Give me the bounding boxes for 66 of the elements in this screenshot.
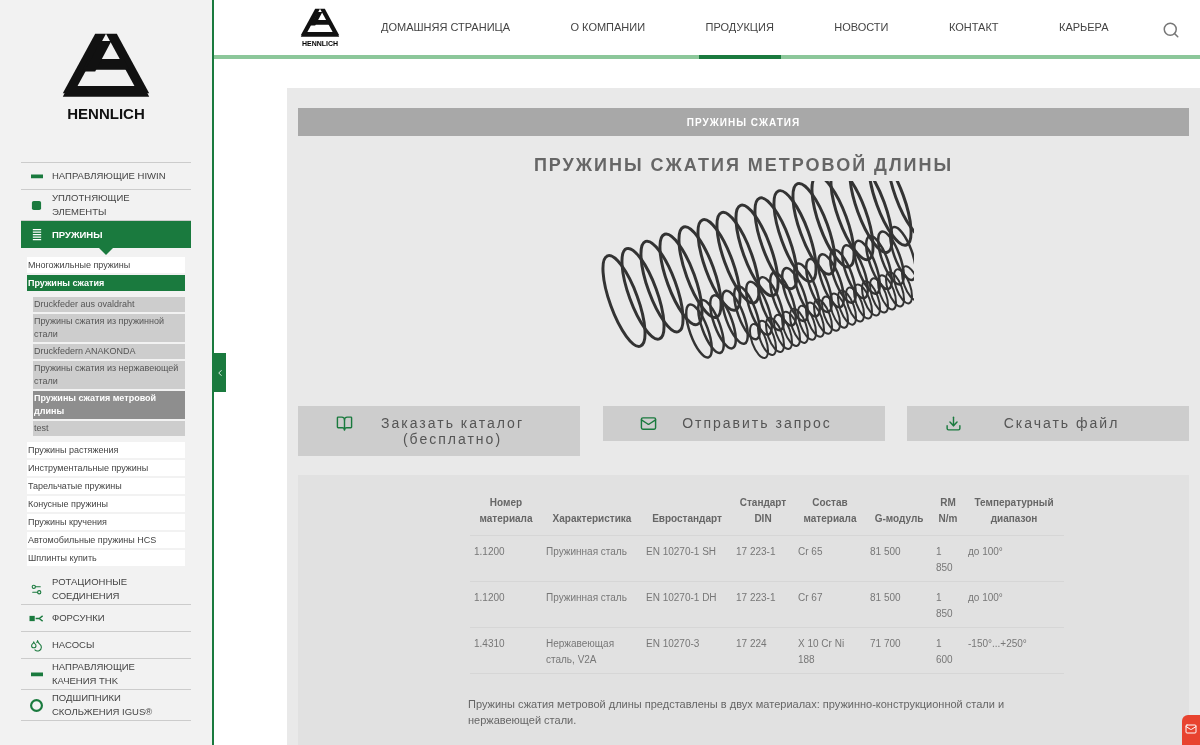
table-cell: EN 10270-1 DH bbox=[642, 581, 732, 628]
table-cell: X 10 Cr Ni 188 bbox=[794, 627, 866, 674]
action-button[interactable]: Отправить запрос bbox=[602, 406, 885, 441]
table-cell: Пружинная сталь bbox=[542, 535, 642, 582]
table-cell: 17 223-1 bbox=[732, 581, 794, 628]
submenu-item[interactable]: Автомобильные пружины HCS bbox=[27, 532, 185, 548]
table-cell: -150°...+250° bbox=[964, 627, 1064, 674]
submenu-item[interactable]: Пружины растяжения bbox=[27, 442, 185, 458]
page-title: ПРУЖИНЫ СЖАТИЯ МЕТРОВОЙ ДЛИНЫ bbox=[532, 153, 955, 177]
table-cell: 17 224 bbox=[732, 627, 794, 674]
column-header: Евростандарт bbox=[642, 495, 732, 536]
column-header: Характеристика bbox=[542, 495, 642, 536]
table-cell: 1.1200 bbox=[470, 581, 542, 628]
submenu-item[interactable]: test bbox=[33, 421, 185, 436]
submenu-item[interactable]: Пружины сжатия bbox=[27, 275, 185, 291]
column-header: Номер материала bbox=[470, 495, 542, 536]
table-cell: 1.4310 bbox=[470, 627, 542, 674]
nav-link[interactable]: НОВОСТИ bbox=[827, 0, 896, 59]
table-cell: EN 10270-1 SH bbox=[642, 535, 732, 582]
submenu-item[interactable]: Многожильные пружины bbox=[27, 257, 185, 273]
table-cell: Нержавеющая сталь, V2A bbox=[542, 627, 642, 674]
category-item[interactable]: ПРУЖИНЫ bbox=[21, 221, 191, 248]
table-cell: 81 500 bbox=[866, 535, 932, 582]
column-header: RM N/m bbox=[932, 495, 964, 536]
table-cell: 1 850 bbox=[932, 535, 964, 582]
table-cell: 81 500 bbox=[866, 581, 932, 628]
submenu-item[interactable]: Пружины сжатия из нержавеющей стали bbox=[33, 361, 185, 389]
category-item[interactable]: НАПРАВЛЯЮЩИЕ КАЧЕНИЯ THK bbox=[21, 659, 191, 690]
column-header: Состав материала bbox=[794, 495, 866, 536]
nav-link[interactable]: О КОМПАНИИ bbox=[563, 0, 653, 59]
table-cell: до 100° bbox=[964, 581, 1064, 628]
table-cell: до 100° bbox=[964, 535, 1064, 582]
action-button[interactable]: Заказать каталог (бесплатно) bbox=[298, 406, 580, 456]
nav-link[interactable]: ДОМАШНЯЯ СТРАНИЦА bbox=[374, 0, 518, 59]
category-item[interactable]: НАПРАВЛЯЮЩИЕ HIWIN bbox=[21, 163, 191, 190]
action-button[interactable]: Скачать файл bbox=[907, 406, 1189, 441]
submenu-item[interactable]: Druckfedern ANAKONDA bbox=[33, 344, 185, 359]
nav-link[interactable]: ПРОДУКЦИЯ bbox=[698, 0, 781, 59]
category-item[interactable]: ПОДШИПНИКИ СКОЛЬЖЕНИЯ IGUS® bbox=[21, 690, 191, 721]
submenu-item[interactable]: Druckfeder aus ovaldraht bbox=[33, 297, 185, 312]
table-cell: 71 700 bbox=[866, 627, 932, 674]
submenu-item[interactable]: Пружины кручения bbox=[27, 514, 185, 530]
section-band: ПРУЖИНЫ СЖАТИЯ bbox=[298, 108, 1189, 136]
table-cell: Cr 67 bbox=[794, 581, 866, 628]
category-item[interactable]: ФОРСУНКИ bbox=[21, 605, 191, 632]
column-header: Температурный диапазон bbox=[964, 495, 1064, 536]
table-cell: 1.1200 bbox=[470, 535, 542, 582]
submenu-item[interactable]: Инструментальные пружины bbox=[27, 460, 185, 476]
column-header: G-модуль bbox=[866, 495, 932, 536]
table-cell: 1 600 bbox=[932, 627, 964, 674]
submenu-item[interactable]: Пружины сжатия из пружинной стали bbox=[33, 314, 185, 342]
table-cell: 17 223-1 bbox=[732, 535, 794, 582]
nav-link[interactable]: КОНТАКТ bbox=[941, 0, 1006, 59]
submenu-item[interactable]: Шплинты купить bbox=[27, 550, 185, 566]
description-text: Пружины сжатия метровой длины представлены в двух материалах: пружинно-конструкционной стали и нержавеющей стали. bbox=[468, 697, 1006, 728]
table-cell: 1 850 bbox=[932, 581, 964, 628]
category-item[interactable]: РОТАЦИОННЫЕ СОЕДИНЕНИЯ bbox=[21, 574, 191, 605]
submenu-item[interactable]: Конусные пружины bbox=[27, 496, 185, 512]
table-cell: Пружинная сталь bbox=[542, 581, 642, 628]
category-item[interactable]: НАСОСЫ bbox=[21, 632, 191, 659]
table-cell: EN 10270-3 bbox=[642, 627, 732, 674]
logo-text: HENNLICH bbox=[67, 106, 145, 121]
table-cell: Cr 65 bbox=[794, 535, 866, 582]
submenu-item[interactable]: Тарельчатые пружины bbox=[27, 478, 185, 494]
nav-link[interactable]: КАРЬЕРА bbox=[1052, 0, 1116, 59]
column-header: Стандарт DIN bbox=[732, 495, 794, 536]
